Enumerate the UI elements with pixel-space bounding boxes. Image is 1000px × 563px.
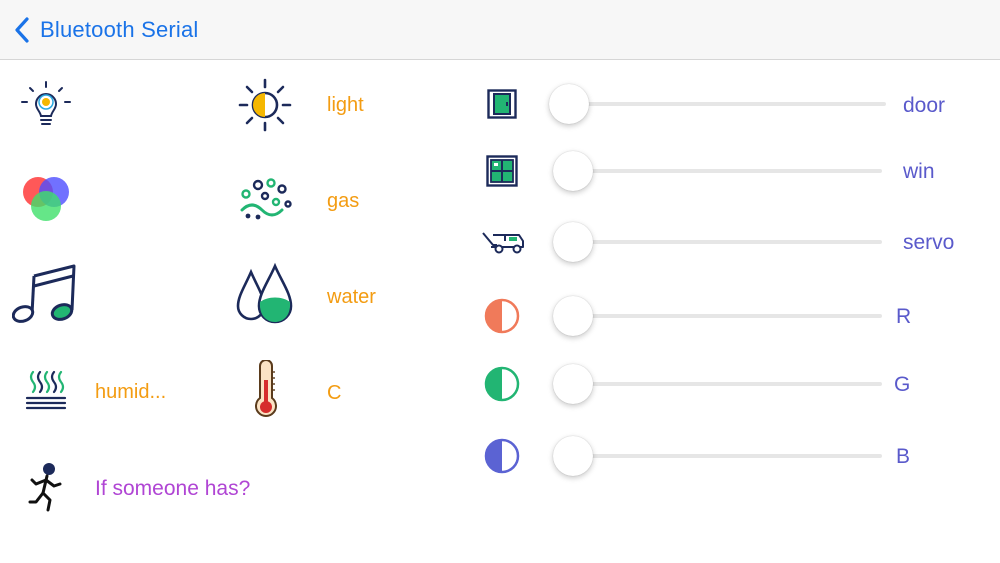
navigation-bar: Bluetooth Serial xyxy=(0,0,1000,60)
window-slider[interactable] xyxy=(553,151,882,191)
blue-slider[interactable] xyxy=(553,436,882,476)
slider-track xyxy=(573,382,882,386)
door-icon xyxy=(487,89,517,124)
servo-icon xyxy=(481,227,525,260)
motion-detection-label: If someone has? xyxy=(95,477,251,500)
humidity-icon[interactable] xyxy=(24,368,68,417)
blue-half-circle-icon xyxy=(484,438,520,479)
rgb-circles-icon[interactable] xyxy=(18,172,74,231)
slider-track xyxy=(573,169,882,173)
slider-thumb[interactable] xyxy=(553,151,593,191)
red-slider[interactable] xyxy=(553,296,882,336)
red-label: R xyxy=(896,305,912,328)
slider-thumb[interactable] xyxy=(553,222,593,262)
bulb-icon[interactable] xyxy=(18,80,74,135)
blue-label: B xyxy=(896,445,911,468)
sensor-label-water: water xyxy=(327,286,376,308)
sensor-label-temperature: C xyxy=(327,382,342,404)
window-label: win xyxy=(903,160,935,183)
sun-icon[interactable] xyxy=(238,78,292,137)
chevron-left-icon xyxy=(14,16,30,44)
door-slider[interactable] xyxy=(549,84,886,124)
sensor-label-gas: gas xyxy=(327,190,360,212)
thermometer-icon[interactable] xyxy=(252,359,280,427)
slider-track xyxy=(573,314,882,318)
green-label: G xyxy=(894,373,911,396)
back-button-label: Bluetooth Serial xyxy=(40,17,199,42)
music-note-icon[interactable] xyxy=(11,262,80,333)
door-label: door xyxy=(903,94,946,117)
slider-thumb[interactable] xyxy=(553,364,593,404)
green-slider[interactable] xyxy=(553,364,882,404)
servo-slider[interactable] xyxy=(553,222,882,262)
slider-thumb[interactable] xyxy=(553,296,593,336)
gas-icon[interactable] xyxy=(238,178,294,225)
slider-track xyxy=(573,240,882,244)
sensor-label-light: light xyxy=(327,94,364,116)
sensor-label-humidity: humid... xyxy=(95,381,167,403)
slider-track xyxy=(573,454,882,458)
window-icon xyxy=(486,155,518,192)
slider-thumb[interactable] xyxy=(553,436,593,476)
green-half-circle-icon xyxy=(484,366,520,407)
back-button[interactable]: Bluetooth Serial xyxy=(14,14,199,46)
slider-thumb[interactable] xyxy=(549,84,589,124)
water-drops-icon[interactable] xyxy=(235,262,297,331)
servo-label: servo xyxy=(903,231,955,254)
running-person-icon[interactable] xyxy=(26,462,66,519)
red-half-circle-icon xyxy=(484,298,520,339)
slider-track xyxy=(569,102,886,106)
